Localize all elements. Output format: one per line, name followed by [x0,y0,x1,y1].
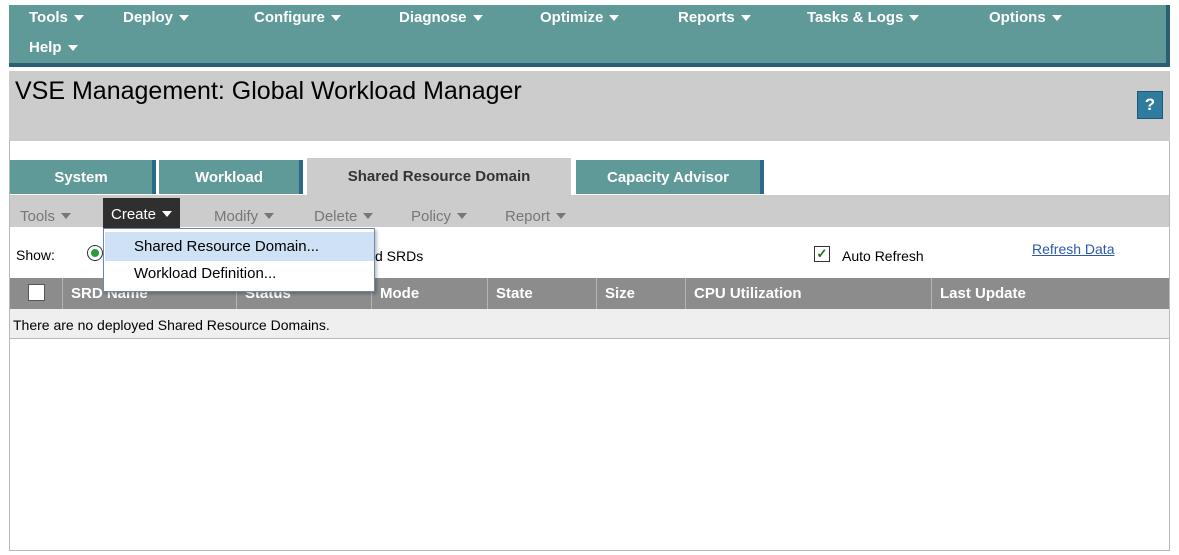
column-label: State [496,285,533,302]
menu-configure[interactable]: Configure [254,9,341,26]
select-all-checkbox[interactable] [28,284,45,301]
caret-down-icon [179,14,190,21]
caret-down-icon [73,14,84,21]
empty-message: There are no deployed Shared Resource Do… [13,317,330,333]
toolbar-report[interactable]: Report [505,200,567,232]
tab-label: Shared Resource Domain [347,168,531,185]
radio-icon[interactable] [87,245,103,261]
caret-down-icon [67,44,78,51]
menu-label: Tools [29,9,68,26]
menu-label: Optimize [540,9,604,26]
menu-label: Tasks & Logs [807,9,904,26]
caret-down-icon [457,213,468,219]
auto-refresh-label: Auto Refresh [842,248,924,264]
menu-options[interactable]: Options [989,9,1062,26]
menu-tasks-logs[interactable]: Tasks & Logs [807,9,920,26]
caret-down-icon [61,213,72,219]
column-header-mode[interactable]: Mode [371,278,486,309]
toolbar-tools[interactable]: Tools [20,200,72,232]
tab-system[interactable]: System [10,160,156,194]
caret-down-icon [609,14,620,21]
toolbar-label: Policy [411,207,452,225]
column-header-cpu-utilization[interactable]: CPU Utilization [685,278,930,309]
tab-label: Capacity Advisor [607,168,729,186]
caret-down-icon [1051,14,1062,21]
caret-down-icon [363,213,374,219]
menu-item-shared-resource-domain[interactable]: Shared Resource Domain... [105,232,374,261]
toolbar-label: Tools [20,207,56,225]
auto-refresh-checkbox[interactable]: ✓ [814,246,830,262]
action-toolbar [10,195,1169,227]
toolbar-create[interactable]: Create [103,198,181,230]
column-label: Mode [380,285,420,302]
menu-item-label: Workload Definition... [134,265,277,282]
tab-capacity-advisor[interactable]: Capacity Advisor [576,160,764,194]
column-header-last-update[interactable]: Last Update [931,278,1169,309]
caret-down-icon [740,14,751,21]
menu-item-workload-definition[interactable]: Workload Definition... [105,259,374,288]
menu-deploy[interactable]: Deploy [123,9,190,26]
help-icon[interactable]: ? [1137,91,1163,119]
column-header-size[interactable]: Size [596,278,684,309]
menu-label: Options [989,9,1046,26]
toolbar-label: Create [111,205,157,223]
tab-label: Workload [194,168,264,186]
menu-reports[interactable]: Reports [678,9,751,26]
caret-down-icon [264,213,275,219]
column-label: Size [605,285,636,302]
menu-label: Reports [678,9,735,26]
tab-shared-resource-domain[interactable]: Shared Resource Domain [307,158,571,195]
menu-help[interactable]: Help [29,39,78,56]
menu-optimize[interactable]: Optimize [540,9,620,26]
caret-down-icon [330,14,341,21]
caret-down-icon [556,213,567,219]
caret-down-icon [472,14,483,21]
show-option-text: d SRDs [375,248,424,264]
menu-label: Deploy [123,9,174,26]
vse-management-page: Tools Deploy Configure Diagnose Optimize… [0,0,1179,555]
tab-workload[interactable]: Workload [159,160,303,194]
menu-label: Configure [254,9,325,26]
refresh-data-link[interactable]: Refresh Data [1032,241,1114,257]
show-label: Show: [16,247,55,263]
column-label: Last Update [940,285,1026,302]
toolbar-label: Report [505,207,551,225]
title-band: VSE Management: Global Workload Manager … [9,71,1170,141]
column-label: CPU Utilization [694,285,802,302]
table-empty-row: There are no deployed Shared Resource Do… [10,309,1169,339]
create-dropdown-menu: Shared Resource Domain... Workload Defin… [103,228,375,292]
menu-label: Diagnose [399,9,467,26]
caret-down-icon [162,211,173,217]
column-header-state[interactable]: State [487,278,595,309]
toolbar-policy[interactable]: Policy [411,200,468,232]
menu-label: Help [29,39,62,56]
toolbar-label: Delete [314,207,358,225]
menu-tools[interactable]: Tools [29,9,84,26]
toolbar-label: Modify [214,207,259,225]
caret-down-icon [909,14,920,21]
menu-diagnose[interactable]: Diagnose [399,9,483,26]
tab-label: System [54,168,108,186]
page-title: VSE Management: Global Workload Manager [15,77,522,105]
menu-item-label: Shared Resource Domain... [134,238,320,255]
